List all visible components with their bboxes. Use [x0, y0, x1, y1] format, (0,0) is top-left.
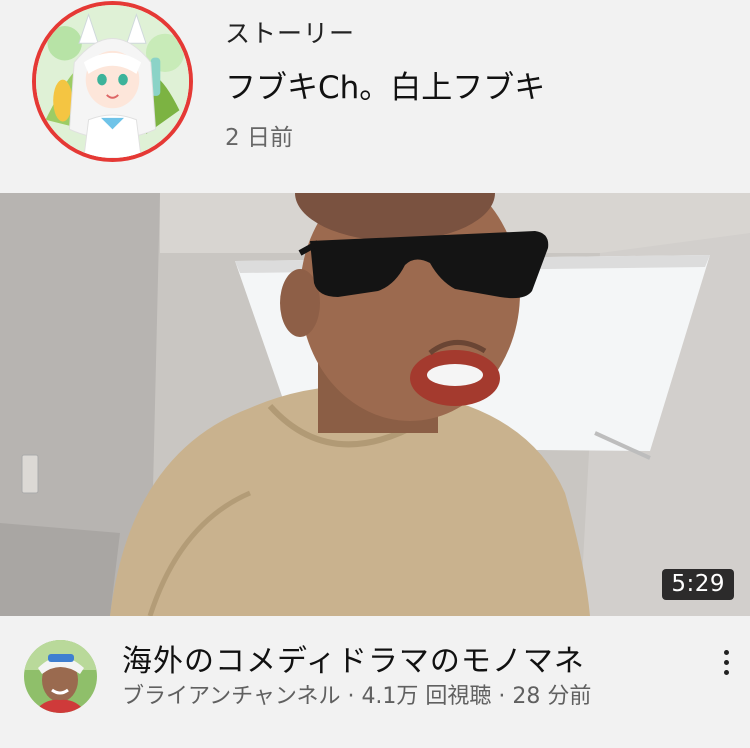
video-thumbnail[interactable]: 5:29	[0, 193, 750, 616]
story-age: 2 日前	[225, 125, 293, 151]
video-title[interactable]: 海外のコメディドラマのモノマネ	[122, 636, 585, 680]
video-meta: 海外のコメディドラマのモノマネ ブライアンチャンネル · 4.1万 回視聴 · …	[0, 616, 750, 748]
duration-badge: 5:29	[662, 569, 734, 600]
vtuber-avatar-image	[36, 5, 189, 158]
more-dot-icon	[723, 659, 729, 665]
more-options-button[interactable]	[714, 642, 738, 682]
video-subtitle: ブライアンチャンネル · 4.1万 回視聴 · 28 分前	[122, 684, 592, 709]
story-channel-name[interactable]: フブキCh。白上フブキ	[225, 62, 545, 107]
channel-avatar-image	[24, 640, 97, 713]
channel-avatar[interactable]	[24, 640, 97, 713]
more-dot-icon	[723, 649, 729, 655]
story-label: ストーリー	[225, 19, 356, 48]
thumbnail-image	[0, 193, 750, 616]
story-card[interactable]: ストーリー フブキCh。白上フブキ 2 日前	[0, 0, 750, 193]
story-avatar[interactable]	[32, 1, 193, 162]
more-dot-icon	[723, 669, 729, 675]
